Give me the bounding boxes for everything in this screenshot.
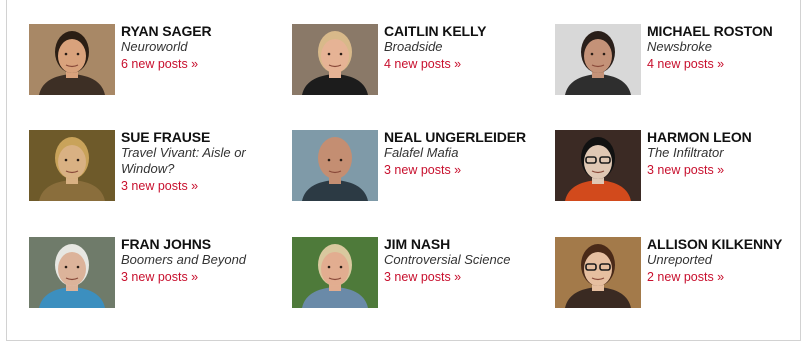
author-info: RYAN SAGER Neuroworld 6 new posts »	[121, 24, 271, 74]
new-posts-link[interactable]: 4 new posts »	[647, 55, 797, 74]
author-info: JIM NASH Controversial Science 3 new pos…	[384, 237, 534, 287]
author-photo[interactable]	[555, 24, 641, 95]
author-info: HARMON LEON The Infiltrator 3 new posts …	[647, 130, 797, 180]
new-posts-link[interactable]: 2 new posts »	[647, 268, 797, 287]
author-card: FRAN JOHNS Boomers and Beyond 3 new post…	[29, 237, 292, 347]
author-name-link[interactable]: JIM NASH	[384, 237, 534, 252]
blog-title[interactable]: Broadside	[384, 39, 534, 55]
author-name-link[interactable]: CAITLIN KELLY	[384, 24, 534, 39]
new-posts-link[interactable]: 3 new posts »	[121, 177, 271, 196]
portrait-image	[292, 237, 378, 308]
author-card: RYAN SAGER Neuroworld 6 new posts »	[29, 24, 292, 130]
portrait-image	[555, 24, 641, 95]
author-name-link[interactable]: SUE FRAUSE	[121, 130, 271, 145]
new-posts-link[interactable]: 6 new posts »	[121, 55, 271, 74]
new-posts-link[interactable]: 3 new posts »	[647, 161, 797, 180]
author-name-link[interactable]: HARMON LEON	[647, 130, 797, 145]
author-card: JIM NASH Controversial Science 3 new pos…	[292, 237, 555, 347]
author-name-link[interactable]: MICHAEL ROSTON	[647, 24, 797, 39]
author-name-link[interactable]: FRAN JOHNS	[121, 237, 271, 252]
portrait-image	[29, 237, 115, 308]
authors-panel: RYAN SAGER Neuroworld 6 new posts » CAIT…	[6, 0, 801, 341]
authors-grid: RYAN SAGER Neuroworld 6 new posts » CAIT…	[29, 24, 809, 347]
portrait-image	[555, 130, 641, 201]
blog-title[interactable]: Newsbroke	[647, 39, 797, 55]
author-card: CAITLIN KELLY Broadside 4 new posts »	[292, 24, 555, 130]
new-posts-link[interactable]: 3 new posts »	[384, 161, 534, 180]
author-card: HARMON LEON The Infiltrator 3 new posts …	[555, 130, 809, 237]
new-posts-link[interactable]: 3 new posts »	[121, 268, 271, 287]
blog-title[interactable]: Neuroworld	[121, 39, 271, 55]
author-card: NEAL UNGERLEIDER Falafel Mafia 3 new pos…	[292, 130, 555, 237]
new-posts-link[interactable]: 3 new posts »	[384, 268, 534, 287]
author-name-link[interactable]: ALLISON KILKENNY	[647, 237, 797, 252]
author-card: MICHAEL ROSTON Newsbroke 4 new posts »	[555, 24, 809, 130]
author-photo[interactable]	[29, 237, 115, 308]
author-photo[interactable]	[555, 130, 641, 201]
author-photo[interactable]	[555, 237, 641, 308]
author-info: NEAL UNGERLEIDER Falafel Mafia 3 new pos…	[384, 130, 534, 180]
portrait-image	[29, 24, 115, 95]
author-photo[interactable]	[29, 130, 115, 201]
portrait-image	[555, 237, 641, 308]
author-card: SUE FRAUSE Travel Vivant: Aisle or Windo…	[29, 130, 292, 237]
author-photo[interactable]	[292, 130, 378, 201]
blog-title[interactable]: Travel Vivant: Aisle or Window?	[121, 145, 271, 177]
author-photo[interactable]	[292, 237, 378, 308]
author-info: ALLISON KILKENNY Unreported 2 new posts …	[647, 237, 797, 287]
author-name-link[interactable]: RYAN SAGER	[121, 24, 271, 39]
author-photo[interactable]	[292, 24, 378, 95]
blog-title[interactable]: The Infiltrator	[647, 145, 797, 161]
author-info: CAITLIN KELLY Broadside 4 new posts »	[384, 24, 534, 74]
blog-title[interactable]: Controversial Science	[384, 252, 534, 268]
blog-title[interactable]: Falafel Mafia	[384, 145, 534, 161]
new-posts-link[interactable]: 4 new posts »	[384, 55, 534, 74]
blog-title[interactable]: Unreported	[647, 252, 797, 268]
blog-title[interactable]: Boomers and Beyond	[121, 252, 271, 268]
portrait-image	[292, 24, 378, 95]
portrait-image	[292, 130, 378, 201]
author-photo[interactable]	[29, 24, 115, 95]
portrait-image	[29, 130, 115, 201]
author-name-link[interactable]: NEAL UNGERLEIDER	[384, 130, 534, 145]
author-info: SUE FRAUSE Travel Vivant: Aisle or Windo…	[121, 130, 271, 196]
author-info: FRAN JOHNS Boomers and Beyond 3 new post…	[121, 237, 271, 287]
author-info: MICHAEL ROSTON Newsbroke 4 new posts »	[647, 24, 797, 74]
author-card: ALLISON KILKENNY Unreported 2 new posts …	[555, 237, 809, 347]
